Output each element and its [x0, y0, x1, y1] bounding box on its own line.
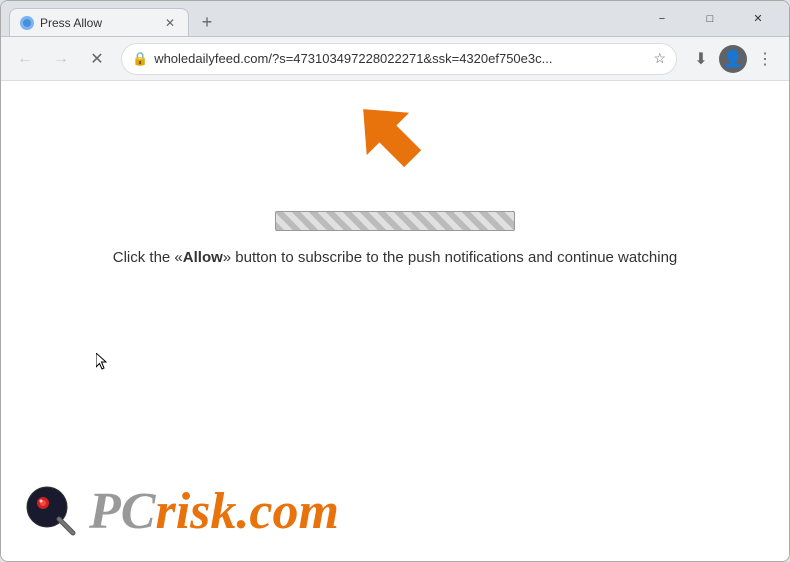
new-tab-button[interactable]: + [193, 8, 221, 36]
reload-button[interactable]: ✕ [81, 43, 113, 75]
risk-dot-com-text: risk.com [155, 483, 338, 540]
forward-button[interactable]: → [45, 43, 77, 75]
page-content: Click the «Allow» button to subscribe to… [1, 81, 789, 561]
url-text: wholedailyfeed.com/?s=473103497228022271… [154, 51, 647, 66]
reload-icon: ✕ [90, 49, 103, 69]
bookmark-icon[interactable]: ☆ [653, 50, 666, 67]
download-button[interactable]: ⬇ [685, 43, 717, 75]
pcrisk-text: PCrisk.com [89, 482, 339, 541]
address-bar[interactable]: 🔒 wholedailyfeed.com/?s=4731034972280222… [121, 43, 677, 75]
window-controls: − □ ✕ [639, 3, 781, 35]
mouse-cursor [96, 353, 108, 371]
back-button[interactable]: ← [9, 43, 41, 75]
title-bar: Press Allow ✕ + − □ ✕ [1, 1, 789, 37]
maximize-button[interactable]: □ [687, 3, 733, 35]
tab-close-button[interactable]: ✕ [162, 15, 178, 31]
allow-text: Allow [183, 249, 223, 266]
progress-section: Click the «Allow» button to subscribe to… [113, 211, 678, 270]
tab-area: Press Allow ✕ + [9, 1, 639, 36]
pc-text: PC [89, 483, 155, 540]
active-tab[interactable]: Press Allow ✕ [9, 8, 189, 36]
download-icon: ⬇ [694, 49, 707, 69]
forward-icon: → [53, 50, 69, 68]
browser-window: Press Allow ✕ + − □ ✕ ← → ✕ 🔒 wholedaily… [0, 0, 790, 562]
navigation-bar: ← → ✕ 🔒 wholedailyfeed.com/?s=4731034972… [1, 37, 789, 81]
tab-title: Press Allow [40, 16, 156, 30]
close-button[interactable]: ✕ [735, 3, 781, 35]
pcrisk-logo-icon [21, 481, 81, 541]
nav-right-controls: ⬇ 👤 ⋮ [685, 43, 781, 75]
menu-button[interactable]: ⋮ [749, 43, 781, 75]
back-icon: ← [17, 50, 33, 68]
arrow-icon [345, 91, 445, 191]
tab-favicon [20, 16, 34, 30]
lock-icon: 🔒 [132, 51, 148, 67]
profile-icon: 👤 [723, 49, 743, 69]
subscribe-message: Click the «Allow» button to subscribe to… [113, 247, 678, 270]
profile-button[interactable]: 👤 [719, 45, 747, 73]
minimize-button[interactable]: − [639, 3, 685, 35]
menu-icon: ⋮ [757, 49, 773, 69]
arrow-container [345, 91, 445, 196]
progress-bar [275, 211, 515, 231]
logo-area: PCrisk.com [21, 481, 339, 541]
